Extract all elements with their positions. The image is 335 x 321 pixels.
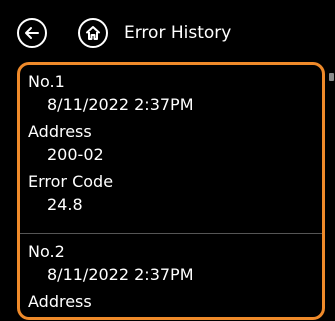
list-item[interactable]: No.1 8/11/2022 2:37PM Address 200-02 Err…	[20, 65, 322, 233]
error-code-label: Error Code	[28, 172, 114, 191]
entry-datetime: 8/11/2022 2:37PM	[47, 95, 194, 114]
entry-datetime: 8/11/2022 2:37PM	[47, 265, 194, 284]
error-history-screen: Error History No.1 8/11/2022 2:37PM Addr…	[0, 0, 335, 321]
address-label: Address	[28, 122, 92, 141]
error-code-value: 24.8	[47, 195, 83, 214]
scrollbar-thumb[interactable]	[329, 73, 334, 81]
entry-number: No.2	[28, 242, 65, 261]
error-history-list[interactable]: No.1 8/11/2022 2:37PM Address 200-02 Err…	[17, 62, 325, 320]
list-item[interactable]: No.2 8/11/2022 2:37PM Address	[20, 233, 322, 313]
address-label: Address	[28, 292, 92, 311]
back-button[interactable]	[17, 18, 47, 48]
page-title: Error History	[124, 23, 232, 43]
address-value: 200-02	[47, 145, 104, 164]
header-bar: Error History	[0, 0, 335, 60]
arrow-left-icon	[25, 27, 39, 39]
home-icon	[86, 26, 100, 40]
entry-number: No.1	[28, 72, 65, 91]
home-button[interactable]	[78, 18, 108, 48]
